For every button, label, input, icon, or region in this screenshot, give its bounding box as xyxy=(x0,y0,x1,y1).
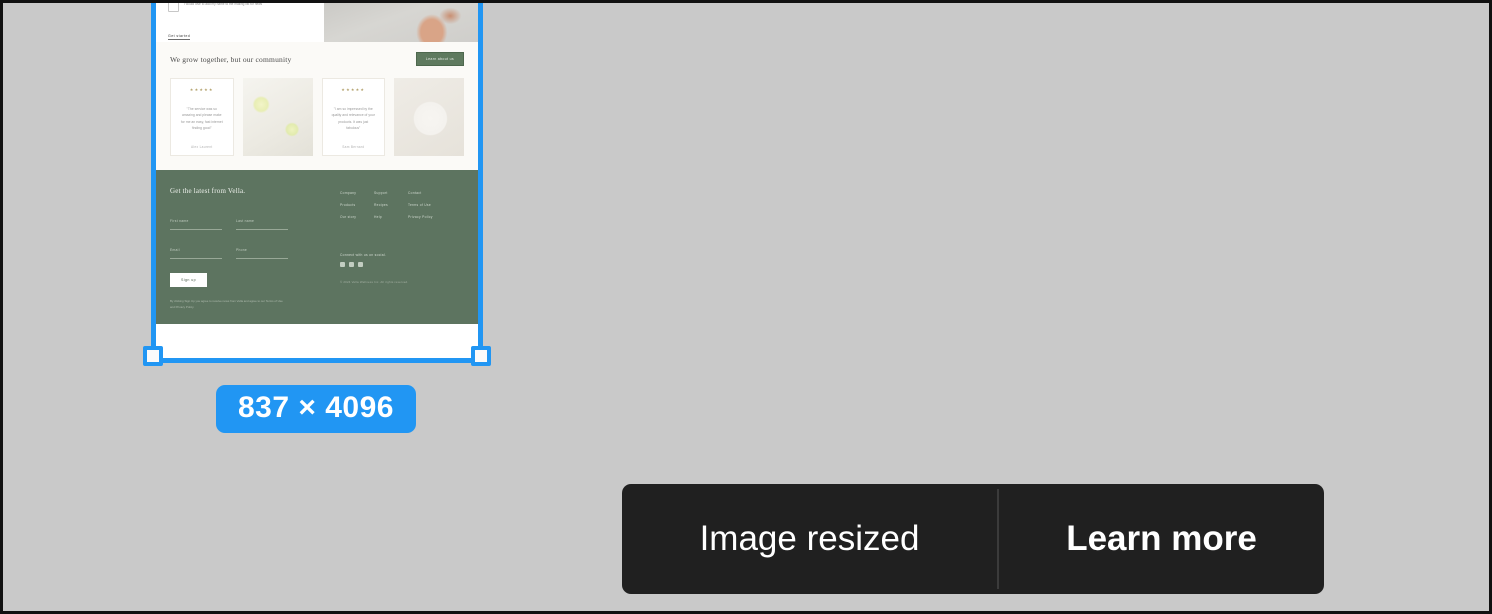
email-label: Email xyxy=(170,248,180,252)
footer-link[interactable]: Our story xyxy=(340,215,374,219)
learn-about-us-button[interactable]: Learn about us xyxy=(415,52,464,66)
facebook-icon[interactable] xyxy=(349,262,354,267)
first-name-label: First name xyxy=(170,219,189,223)
soup-bowl-photo xyxy=(394,78,464,156)
social-heading: Connect with us on social. xyxy=(340,253,387,257)
footer-fine-print: By clicking Sign Up you agree to receive… xyxy=(170,299,283,310)
newsletter-consent-label: I would love to add my name to the maili… xyxy=(184,2,263,6)
testimonial-quote: "The service was so amazing and please m… xyxy=(180,106,223,130)
footer-link[interactable]: Recipes xyxy=(374,203,408,207)
testimonial-author: Alex Laurent xyxy=(191,145,213,149)
testimonial-author: Sam Bernard xyxy=(342,145,365,149)
footer-link[interactable]: Help xyxy=(374,215,408,219)
app-viewport: I would love to add my name to the maili… xyxy=(0,0,1492,614)
footer-link-column: Company Products Our story xyxy=(340,191,374,227)
community-heading: We grow together, but our community xyxy=(170,54,292,64)
rating-stars-icon: ★★★★★ xyxy=(189,87,214,92)
hand-photo xyxy=(324,3,478,42)
testimonial-card: ★★★★★ "I am so impressed by the quality … xyxy=(321,78,385,156)
first-name-input[interactable]: First name xyxy=(170,209,222,230)
resize-handle-bottom-left[interactable] xyxy=(143,346,163,366)
embedded-top-strip: I would love to add my name to the maili… xyxy=(156,2,478,42)
footer-link[interactable]: Company xyxy=(340,191,374,195)
sign-up-button[interactable]: Sign up xyxy=(170,273,207,287)
instagram-icon[interactable] xyxy=(340,262,345,267)
image-dimensions-badge: 837 × 4096 xyxy=(216,385,416,433)
checkbox-icon[interactable] xyxy=(168,3,179,12)
last-name-input[interactable]: Last name xyxy=(236,209,288,230)
toast-notification[interactable]: Image resized Learn more xyxy=(622,484,1324,594)
toast-message: Image resized xyxy=(699,519,920,558)
learn-more-button[interactable]: Learn more xyxy=(999,484,1324,594)
footer-link[interactable]: Support xyxy=(374,191,408,195)
last-name-label: Last name xyxy=(236,219,255,223)
copyright-text: © 2024 Vella Wellness Inc. All rights re… xyxy=(340,280,409,284)
rating-stars-icon: ★★★★★ xyxy=(341,87,366,92)
footer-link[interactable]: Terms of Use xyxy=(408,203,442,207)
lemonade-drinks-photo xyxy=(242,78,313,156)
embedded-webpage-screenshot[interactable]: I would love to add my name to the maili… xyxy=(156,2,478,358)
footer-link[interactable]: Products xyxy=(340,203,374,207)
footer-link-column: Contact Terms of Use Privacy Policy xyxy=(408,191,442,227)
footer-newsletter-title: Get the latest from Vella. xyxy=(170,187,246,195)
testimonial-quote: "I am so impressed by the quality and re… xyxy=(331,106,375,130)
community-section: We grow together, but our community Lear… xyxy=(156,42,478,170)
phone-input[interactable]: Phone xyxy=(236,238,288,259)
phone-label: Phone xyxy=(236,248,248,252)
footer-link[interactable]: Privacy Policy xyxy=(408,215,442,219)
newsletter-consent-row[interactable]: I would love to add my name to the maili… xyxy=(168,2,314,12)
site-footer: Get the latest from Vella. First name La… xyxy=(156,170,478,325)
footer-link[interactable]: Contact xyxy=(408,191,442,195)
email-input[interactable]: Email xyxy=(170,238,222,259)
newsletter-form: First name Last name Email Phone xyxy=(170,209,320,259)
resize-handle-bottom-right[interactable] xyxy=(471,346,491,366)
testimonial-card-list: ★★★★★ "The service was so amazing and pl… xyxy=(170,78,464,156)
social-icon-list xyxy=(340,262,464,267)
footer-link-columns: Company Products Our story Support Recip… xyxy=(340,191,464,227)
selected-image-container[interactable]: I would love to add my name to the maili… xyxy=(143,2,491,366)
testimonial-card: ★★★★★ "The service was so amazing and pl… xyxy=(170,78,234,156)
footer-link-column: Support Recipes Help xyxy=(374,191,408,227)
twitter-icon[interactable] xyxy=(358,262,363,267)
get-started-link[interactable]: Get started xyxy=(168,34,191,40)
